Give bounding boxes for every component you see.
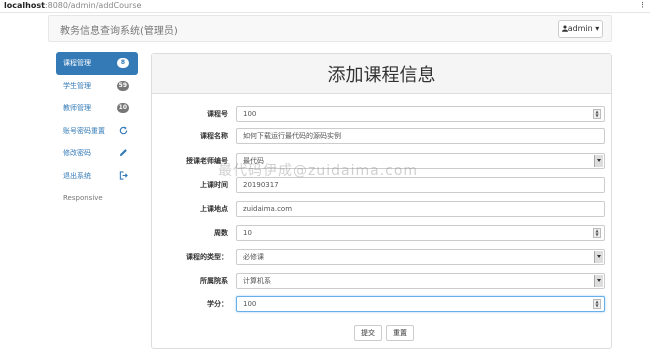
add-course-panel: 添加课程信息 课程号 100 ▲ ▼ 课程名称 如何下载运行最代码的源码实例 授课…: [151, 53, 612, 349]
count-badge: 59: [116, 80, 129, 91]
sidebar: 课程管理 8 学生管理 59 教师管理 10 账号密码重置 修改密码 退出系统 …: [56, 52, 138, 210]
sidebar-item-reset-password[interactable]: 账号密码重置: [56, 120, 138, 143]
form-row-class-room: 上课地点 zuidaima.com: [152, 201, 613, 217]
sidebar-item-teachers[interactable]: 教师管理 10: [56, 97, 138, 120]
form-row-college: 所属院系 计算机系: [152, 273, 613, 289]
sidebar-item-label: 学生管理: [63, 81, 91, 90]
dropdown-arrow-icon[interactable]: [594, 155, 603, 167]
field-value: 100: [243, 300, 257, 308]
user-menu-label: admin ▾: [567, 24, 600, 33]
form-row-course-name: 课程名称 如何下载运行最代码的源码实例: [152, 128, 613, 144]
field-value: 20190317: [243, 181, 279, 189]
class-room-input[interactable]: zuidaima.com: [236, 201, 605, 217]
field-label: 周数: [214, 229, 228, 237]
field-value: 必修课: [243, 253, 264, 261]
submit-button[interactable]: 提交: [354, 325, 382, 341]
sidebar-item-logout[interactable]: 退出系统: [56, 165, 138, 188]
course-id-input[interactable]: 100 ▲ ▼: [236, 106, 605, 122]
weeks-input[interactable]: 10 ▲ ▼: [236, 225, 605, 241]
form-actions: 提交 重置: [354, 320, 418, 341]
sidebar-item-change-password[interactable]: 修改密码: [56, 142, 138, 165]
field-label: 所属院系: [200, 277, 228, 285]
sidebar-item-students[interactable]: 学生管理 59: [56, 75, 138, 98]
field-value: 如何下载运行最代码的源码实例: [243, 132, 341, 140]
dropdown-arrow-icon[interactable]: [594, 275, 603, 287]
dropdown-arrow-icon[interactable]: [594, 251, 603, 263]
number-spinner-icon[interactable]: ▲ ▼: [593, 109, 601, 119]
field-label: 授课老师编号: [186, 157, 228, 165]
college-select[interactable]: 计算机系: [236, 273, 605, 289]
reset-button[interactable]: 重置: [386, 325, 414, 341]
sidebar-item-label: Responsive: [63, 194, 103, 202]
count-badge: 8: [117, 58, 129, 68]
top-navbar: 教务信息查询系统(管理员) admin ▾: [48, 15, 612, 42]
pencil-icon: [119, 149, 127, 157]
watermark-text: 最代码伊成@zuidaima.com: [218, 163, 419, 179]
app-brand[interactable]: 教务信息查询系统(管理员): [60, 22, 178, 37]
sidebar-item-label: 课程管理: [63, 59, 91, 67]
field-value: 100: [243, 110, 257, 118]
form-row-course-type: 课程的类型： 必修课: [152, 249, 613, 265]
sidebar-item-courses[interactable]: 课程管理 8: [56, 52, 138, 75]
sidebar-item-label: 教师管理: [63, 104, 91, 112]
number-spinner-icon[interactable]: ▲ ▼: [593, 299, 601, 309]
sidebar-item-label: 退出系统: [63, 171, 91, 180]
number-spinner-icon[interactable]: ▲ ▼: [593, 228, 601, 238]
sidebar-item-responsive[interactable]: Responsive: [56, 187, 138, 210]
field-label: 上课地点: [200, 205, 228, 213]
field-label: 课程号: [207, 110, 228, 118]
course-name-input[interactable]: 如何下载运行最代码的源码实例: [236, 128, 605, 144]
course-type-select[interactable]: 必修课: [236, 249, 605, 265]
field-label: 学分：: [207, 300, 228, 308]
field-label: 上课时间: [200, 181, 228, 189]
field-value: zuidaima.com: [243, 205, 293, 213]
field-value: 计算机系: [243, 277, 271, 285]
logout-icon: [119, 170, 128, 180]
refresh-icon: [119, 125, 128, 134]
sidebar-item-label: 账号密码重置: [63, 126, 105, 135]
user-menu-button[interactable]: admin ▾: [558, 20, 603, 38]
form-row-score: 学分： 100 ▲ ▼: [152, 296, 613, 312]
field-label: 课程的类型：: [186, 253, 228, 261]
url-path: :8080/admin/addCourse: [44, 1, 142, 10]
score-input[interactable]: 100 ▲ ▼: [236, 296, 605, 312]
form-row-weeks: 周数 10 ▲ ▼: [152, 225, 613, 241]
page-title: 添加课程信息: [152, 54, 611, 94]
form-row-course-id: 课程号 100 ▲ ▼: [152, 106, 613, 122]
address-bar[interactable]: localhost:8080/admin/addCourse ⁝: [0, 0, 650, 13]
browser-menu-icon[interactable]: ⁝: [641, 0, 644, 12]
field-label: 课程名称: [200, 132, 228, 140]
url-host: localhost: [4, 1, 45, 10]
sidebar-item-label: 修改密码: [63, 149, 91, 157]
field-value: 10: [243, 229, 252, 237]
